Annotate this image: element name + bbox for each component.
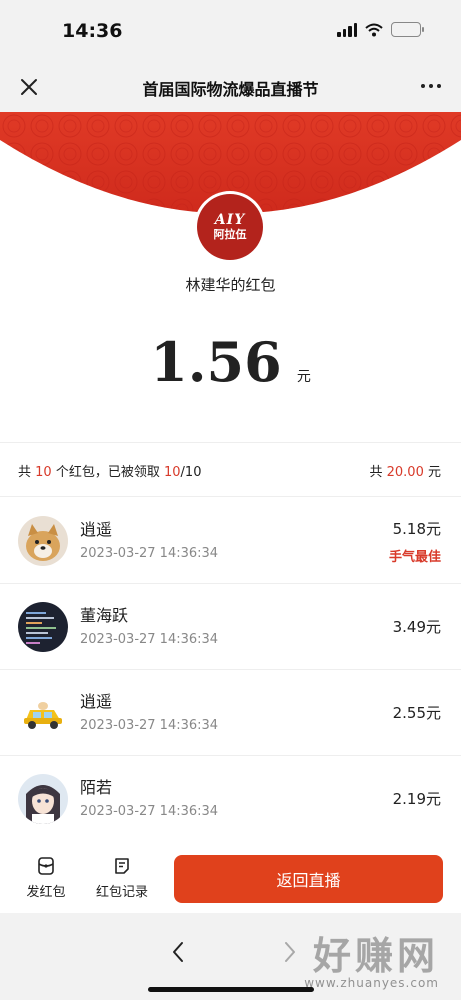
records-icon	[115, 858, 129, 874]
summary-total: 共 20.00 元	[369, 465, 441, 480]
claim-list: 逍遥 2023-03-27 14:36:34 5.18元 手气最佳 董海跃 20…	[0, 498, 461, 842]
signal-icon	[337, 22, 357, 37]
status-bar: 14:36	[0, 0, 461, 62]
claim-amount: 2.19元	[392, 790, 441, 808]
status-time: 14:36	[62, 20, 123, 42]
claim-amount: 2.55元	[392, 704, 441, 722]
watermark: 好赚网 www.zhuanyes.com	[304, 934, 439, 990]
sender-name: 林建华的红包	[185, 276, 276, 294]
claimer-name: 逍遥	[80, 520, 113, 539]
claimer-name: 董海跃	[80, 606, 129, 625]
best-luck-badge: 手气最佳	[388, 550, 441, 565]
forward-arrow-icon[interactable]	[280, 939, 300, 965]
claim-amount: 5.18元	[392, 520, 441, 538]
avatar	[18, 774, 68, 824]
status-icons	[337, 22, 424, 37]
bottom-action-bar: 发红包 红包记录 返回直播	[0, 843, 461, 913]
summary-count: 共 10 个红包，已被领取 10/10	[18, 465, 202, 480]
wifi-icon	[365, 23, 383, 36]
claim-time: 2023-03-27 14:36:34	[80, 632, 219, 647]
more-icon[interactable]	[421, 84, 441, 88]
list-item: 逍遥 2023-03-27 14:36:34 5.18元 手气最佳	[0, 498, 461, 584]
sender-avatar: AIY 阿拉伍	[194, 191, 266, 263]
amount-unit: 元	[296, 369, 311, 385]
red-packet-icon	[38, 857, 54, 875]
battery-icon	[391, 22, 424, 37]
back-arrow-icon[interactable]	[168, 939, 188, 965]
claimer-name: 陌若	[80, 778, 113, 797]
claim-time: 2023-03-27 14:36:34	[80, 546, 219, 561]
claim-time: 2023-03-27 14:36:34	[80, 718, 219, 733]
claim-amount: 3.49元	[392, 618, 441, 636]
received-amount: 1.56 元	[0, 330, 461, 394]
avatar	[18, 688, 68, 738]
packet-summary: 共 10 个红包，已被领取 10/10 共 20.00 元	[0, 442, 461, 497]
avatar	[18, 516, 68, 566]
logo: AIY 阿拉伍	[197, 194, 263, 260]
back-to-live-button[interactable]: 返回直播	[174, 855, 443, 903]
list-item: 陌若 2023-03-27 14:36:34 2.19元	[0, 756, 461, 842]
list-item: 董海跃 2023-03-27 14:36:34 3.49元	[0, 584, 461, 670]
home-indicator	[148, 987, 314, 992]
claim-time: 2023-03-27 14:36:34	[80, 804, 219, 819]
list-item: 逍遥 2023-03-27 14:36:34 2.55元	[0, 670, 461, 756]
amount-value: 1.56	[150, 330, 282, 394]
send-packet-button[interactable]: 发红包	[22, 857, 70, 900]
avatar	[18, 602, 68, 652]
packet-records-button[interactable]: 红包记录	[90, 857, 154, 900]
browser-toolbar: 好赚网 www.zhuanyes.com	[0, 913, 461, 1000]
nav-bar: 首届国际物流爆品直播节	[0, 62, 461, 112]
page-title: 首届国际物流爆品直播节	[142, 80, 319, 99]
claimer-name: 逍遥	[80, 692, 113, 711]
